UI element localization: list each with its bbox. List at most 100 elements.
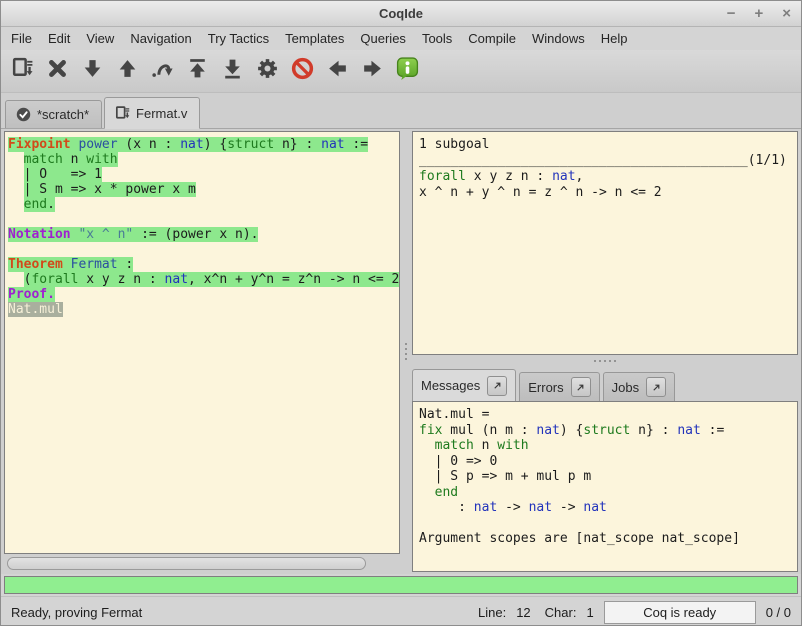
horizontal-splitter[interactable] — [412, 355, 798, 367]
menu-item-try-tactics[interactable]: Try Tactics — [200, 27, 277, 50]
gear-icon — [255, 56, 280, 86]
minimize-button[interactable]: − — [727, 1, 736, 27]
save-button[interactable] — [9, 58, 35, 84]
menu-item-file[interactable]: File — [3, 27, 40, 50]
splitter-dot — [405, 358, 407, 360]
tab-jobs[interactable]: Jobs — [603, 372, 675, 401]
script-editor[interactable]: Fixpoint power (x n : nat) {struct n} : … — [4, 131, 400, 554]
go-to-cursor-button[interactable] — [149, 58, 175, 84]
menu-item-view[interactable]: View — [78, 27, 122, 50]
next-button[interactable] — [359, 58, 385, 84]
progress-row — [1, 574, 801, 596]
goals-panel: 1 subgoal_______________________________… — [412, 131, 798, 355]
coqide-window: CoqIde − + × FileEditViewNavigationTry T… — [0, 0, 802, 626]
code-line: x ^ n + y ^ n = z ^ n -> n <= 2 — [419, 185, 791, 201]
scrollbar-thumb[interactable] — [7, 557, 366, 570]
messages-tabbar: MessagesErrors Jobs — [412, 367, 798, 401]
arrow-right-icon — [360, 56, 385, 86]
code-line: (forall x y z n : nat, x^n + y^n = z^n -… — [8, 272, 397, 287]
line-label: Line: — [478, 605, 506, 620]
close-buffer-button[interactable] — [44, 58, 70, 84]
tab-messages[interactable]: Messages — [412, 369, 516, 402]
menu-item-queries[interactable]: Queries — [352, 27, 414, 50]
arrow-up-icon — [115, 56, 140, 86]
detach-jobs-button[interactable] — [646, 377, 666, 397]
code-line: Argument scopes are [nat_scope nat_scope… — [419, 531, 791, 547]
code-line — [419, 516, 791, 532]
code-line: end. — [8, 197, 397, 212]
horizontal-scrollbar[interactable] — [5, 557, 399, 571]
code-line: : nat -> nat -> nat — [419, 500, 791, 516]
arrow-left-icon — [325, 56, 350, 86]
code-line: | S m => x * power x m — [8, 182, 397, 197]
tab-errors[interactable]: Errors — [519, 372, 599, 401]
close-button[interactable]: × — [782, 1, 791, 27]
code-line: ________________________________________… — [419, 153, 791, 169]
tab-label: Fermat.v — [136, 106, 187, 121]
check-circle-icon — [15, 106, 32, 123]
detach-icon — [651, 382, 662, 393]
previous-button[interactable] — [324, 58, 350, 84]
messages-panel: Nat.mul =fix mul (n m : nat) {struct n} … — [412, 401, 798, 572]
detach-icon — [575, 382, 586, 393]
code-line — [8, 242, 397, 257]
forbidden-icon — [290, 56, 315, 86]
splitter-dot — [405, 353, 407, 355]
code-line: Proof. — [8, 287, 397, 302]
menu-item-navigation[interactable]: Navigation — [122, 27, 199, 50]
backward-one-command-button[interactable] — [114, 58, 140, 84]
code-line: forall x y z n : nat, — [419, 169, 791, 185]
tab-label: Jobs — [612, 380, 639, 395]
splitter-dot — [614, 360, 616, 362]
interrupt-button[interactable] — [289, 58, 315, 84]
go-to-end-button[interactable] — [219, 58, 245, 84]
window-title: CoqIde — [1, 1, 801, 27]
vertical-splitter[interactable] — [400, 131, 412, 572]
code-line: match n with — [8, 152, 397, 167]
code-line: Fixpoint power (x n : nat) {struct n} : … — [8, 137, 397, 152]
menu-item-templates[interactable]: Templates — [277, 27, 352, 50]
line-value: 12 — [516, 605, 530, 620]
menubar: FileEditViewNavigationTry TacticsTemplat… — [1, 27, 801, 50]
detach-messages-button[interactable] — [487, 376, 507, 396]
info-icon — [395, 56, 420, 86]
arrow-to-top-icon — [185, 56, 210, 86]
document-download-icon — [10, 56, 35, 86]
menu-item-compile[interactable]: Compile — [460, 27, 524, 50]
progress-bar — [4, 576, 798, 594]
code-line: end — [419, 485, 791, 501]
code-line: Theorem Fermat : — [8, 257, 397, 272]
code-line: fix mul (n m : nat) {struct n} : nat := — [419, 423, 791, 439]
code-line: | 0 => 0 — [419, 454, 791, 470]
splitter-dot — [405, 343, 407, 345]
splitter-dot — [594, 360, 596, 362]
arrow-to-bottom-icon — [220, 56, 245, 86]
fully-check-button[interactable] — [254, 58, 280, 84]
code-line: Nat.mul = — [419, 407, 791, 423]
menu-item-tools[interactable]: Tools — [414, 27, 460, 50]
main-area: Fixpoint power (x n : nat) {struct n} : … — [1, 129, 801, 574]
code-line: 1 subgoal — [419, 137, 791, 153]
code-line: match n with — [419, 438, 791, 454]
detach-errors-button[interactable] — [571, 377, 591, 397]
maximize-button[interactable]: + — [754, 1, 763, 27]
tab-scratch[interactable]: *scratch* — [5, 100, 102, 128]
document-download-icon — [114, 105, 131, 122]
menu-item-edit[interactable]: Edit — [40, 27, 78, 50]
splitter-dot — [609, 360, 611, 362]
go-to-start-button[interactable] — [184, 58, 210, 84]
splitter-dot — [405, 348, 407, 350]
about-button[interactable] — [394, 58, 420, 84]
toolbar — [1, 50, 801, 93]
char-value: 1 — [586, 605, 593, 620]
forward-one-command-button[interactable] — [79, 58, 105, 84]
char-label: Char: — [545, 605, 577, 620]
code-line: | S p => m + mul p m — [419, 469, 791, 485]
status-message: Ready, proving Fermat — [11, 605, 464, 620]
menu-item-help[interactable]: Help — [593, 27, 636, 50]
arrow-down-icon — [80, 56, 105, 86]
window-controls: − + × — [727, 1, 791, 27]
menu-item-windows[interactable]: Windows — [524, 27, 593, 50]
code-line: Notation "x ^ n" := (power x n). — [8, 227, 397, 242]
tab-fermat-v[interactable]: Fermat.v — [104, 97, 200, 129]
